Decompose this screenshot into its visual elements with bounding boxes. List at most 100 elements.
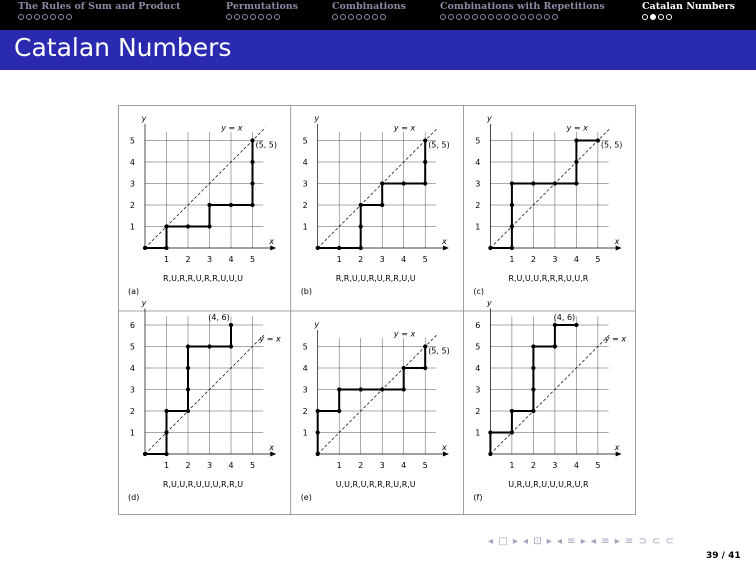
nav-frame-dot[interactable] [380,14,386,20]
diagonal-line [144,127,266,249]
lattice-panel-b: x y 1 2 3 4 5 1 2 3 4 5 y = x (5, 5) R,R,U,U,R,U,R,R,U… [301,114,450,296]
nav-frame-dot[interactable] [480,14,486,20]
nav-frame-dot[interactable] [226,14,232,20]
nav-frame-dot[interactable] [464,14,470,20]
nav-frame-dot[interactable] [488,14,494,20]
path-point [164,430,169,435]
nav-frame-dot[interactable] [536,14,542,20]
x-tick-label: 3 [552,461,557,470]
y-axis-label: y [313,114,319,123]
nav-frame-dot[interactable] [544,14,550,20]
nav-section-2[interactable]: Permutations [226,1,298,12]
nav-frame-dot[interactable] [504,14,510,20]
x-tick-label: 1 [164,255,169,264]
y-tick-label: 1 [303,223,308,232]
nav-frame-dot[interactable] [520,14,526,20]
path-point [315,451,320,457]
nav-frame-dot[interactable] [242,14,248,20]
y-tick-label: 2 [130,201,135,210]
nav-section-3[interactable]: Combinations [332,1,406,12]
nav-frame-dot[interactable] [274,14,280,20]
path-point [228,344,234,349]
nav-frame-dot[interactable] [356,14,362,20]
y-tick-label: 5 [475,137,480,146]
y-tick-label: 2 [303,407,308,416]
x-tick-label: 2 [531,255,536,264]
y-tick-label: 3 [303,386,308,395]
path-point [250,159,255,165]
x-axis-label: x [614,237,620,246]
diagonal-label: y = x [259,335,282,344]
path-point [358,387,363,392]
x-axis-label: x [441,443,447,452]
path-point [488,451,493,457]
lattice-panel-d: x y 1 2 3 4 5 1 2 3 4 5 6 y = x (4, 6) R,U,U,R,U,U,U,R,… [128,298,281,502]
nav-frame-dot[interactable] [666,14,672,20]
endpoint-label: (4, 6) [208,313,230,322]
path-point [250,202,255,208]
x-tick-label: 5 [423,461,428,470]
path-point [185,224,191,229]
path-point [142,245,148,251]
diagonal-label: y = x [566,124,589,133]
path-point [142,451,148,457]
nav-frame-dot[interactable] [18,14,24,20]
nav-section-5[interactable]: Catalan Numbers [642,1,735,12]
nav-frame-dot[interactable] [26,14,32,20]
path-point [595,138,600,143]
x-tick-label: 5 [250,461,255,470]
frame-title: Catalan Numbers [14,33,232,62]
figure-border [118,105,636,515]
path-point [207,344,212,349]
path-point [207,224,212,229]
nav-frame-dot[interactable] [364,14,370,20]
endpoint-label: (5, 5) [601,141,623,150]
y-tick-label: 1 [475,429,480,438]
nav-section-1[interactable]: The Rules of Sum and Product [18,1,181,12]
nav-frame-dot[interactable] [658,14,664,20]
path-point [380,387,385,392]
y-tick-label: 4 [475,364,480,373]
beamer-navigation-controls[interactable]: ◂ □ ▸ ◂ ⊡ ▸ ◂ ≡ ▸ ◂ ≡ ▸ ≡ ⊃ ⊂ ⊂ [488,536,675,547]
nav-frame-dot[interactable] [332,14,338,20]
nav-frame-dot[interactable] [448,14,454,20]
nav-frame-dot[interactable] [650,14,656,20]
nav-frame-dot[interactable] [50,14,56,20]
path-point [164,224,169,229]
nav-frame-dot[interactable] [266,14,272,20]
nav-frame-dot[interactable] [552,14,558,20]
x-tick-label: 5 [595,461,600,470]
nav-frame-dot[interactable] [496,14,502,20]
nav-frame-dot[interactable] [66,14,72,20]
nav-frame-dot[interactable] [472,14,478,20]
path-point [380,181,385,186]
x-tick-label: 3 [207,255,212,264]
panel-tag: (d) [128,493,139,502]
nav-frame-dot[interactable] [456,14,462,20]
lattice-paths-figure: x y 1 2 3 4 5 1 2 3 4 5 y = x (5, 5) R,U,R,R,U,R,R,U,U… [118,105,636,515]
x-tick-label: 2 [185,461,190,470]
nav-frame-dot[interactable] [258,14,264,20]
nav-frame-dot[interactable] [372,14,378,20]
path-point [423,159,428,165]
path-point [423,181,428,186]
nav-frame-dot[interactable] [340,14,346,20]
nav-section-4[interactable]: Combinations with Repetitions [440,1,605,12]
nav-frame-dot[interactable] [42,14,48,20]
x-tick-label: 2 [185,255,190,264]
nav-frame-dot[interactable] [348,14,354,20]
nav-frame-dot[interactable] [58,14,64,20]
path-point [185,365,191,371]
y-tick-label: 6 [130,321,135,330]
x-axis-arrow [442,245,449,251]
y-tick-label: 3 [475,180,480,189]
path-point [531,408,536,414]
nav-frame-dot[interactable] [512,14,518,20]
nav-frame-dot[interactable] [528,14,534,20]
path-point [315,245,320,251]
nav-frame-dot[interactable] [34,14,40,20]
nav-frame-dot[interactable] [234,14,240,20]
nav-frame-dot[interactable] [642,14,648,20]
nav-frame-dot[interactable] [250,14,256,20]
nav-frame-dot[interactable] [440,14,446,20]
